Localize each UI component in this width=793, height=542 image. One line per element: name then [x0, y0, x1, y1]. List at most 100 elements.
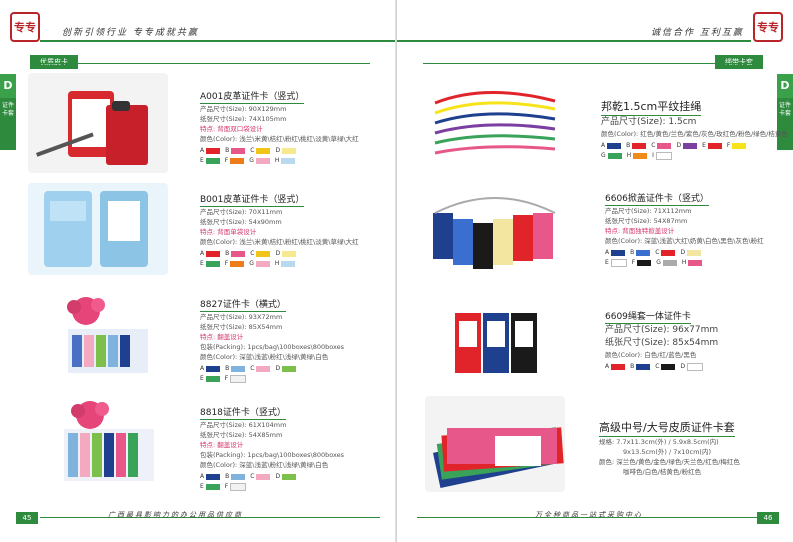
color-chip [256, 473, 271, 480]
color-chip [256, 365, 271, 372]
color-chip [205, 483, 220, 490]
footer-slogan: 广西最具影响力的办公用品供应商 [108, 511, 243, 519]
color-chip [636, 249, 651, 256]
color-swatch: E [200, 482, 220, 492]
color-swatch: G [601, 151, 622, 161]
color-swatch-label: G [656, 259, 661, 266]
color-swatch-label: F [224, 483, 229, 490]
color-swatch-label: A [605, 363, 610, 370]
color-swatch: F [225, 374, 247, 384]
product-size: 产品尺寸(Size): 71X112mm [605, 207, 692, 215]
color-chip [282, 365, 297, 372]
color-swatch: E [200, 374, 220, 384]
color-swatch-label: E [605, 259, 609, 266]
paper-size: 纸张尺寸(Size): 54X85mm [200, 431, 283, 439]
color-swatch-label: B [225, 147, 230, 154]
product-feature: 特点: 背面双口袋设计 [200, 125, 263, 133]
color-chip [688, 259, 703, 266]
color-swatch-label: C [655, 249, 660, 256]
header-slogan: 创新引领行业 专专成就共赢 [62, 28, 199, 38]
product-feature: 特点: 翻盖设计 [200, 333, 244, 341]
product-colors: 颜色: 深兰色/黄色/金色/绿色/天兰色/红色/梅红色 [599, 458, 740, 466]
color-swatch: C [651, 141, 672, 151]
category-tag: 绳带卡套 [715, 55, 763, 69]
color-swatch: H [275, 156, 296, 166]
color-swatch-label: B [630, 249, 635, 256]
color-swatch: H [682, 258, 703, 268]
color-swatch-label: C [250, 250, 255, 257]
color-swatch: B [225, 472, 246, 482]
color-chip [231, 473, 246, 480]
product-photo-b001 [28, 183, 168, 275]
color-swatch: D [275, 146, 297, 156]
product-title: 8827证件卡（横式） [200, 297, 286, 312]
paper-size: 纸张尺寸(Size): 85X54mm [200, 323, 283, 331]
color-swatch-label: A [200, 250, 205, 257]
paper-size: 纸张尺寸(Size): 54X87mm [605, 217, 688, 225]
color-swatch: A [200, 472, 221, 482]
product-size: 产品尺寸(Size): 90X129mm [200, 105, 287, 113]
product-photo-8827 [28, 289, 168, 381]
color-swatches: A B C D E F G H [605, 248, 764, 268]
color-swatch: D [680, 362, 704, 372]
product-6606: 6606掀盖证件卡（竖式） 产品尺寸(Size): 71X112mm 纸张尺寸(… [605, 186, 764, 268]
product-colors: 颜色(Color): 深蓝\浅蓝\大红\奶黄\白色\黑色\灰色\粉红 [605, 237, 764, 245]
category-rule [30, 63, 370, 64]
color-swatch-label: B [630, 363, 635, 370]
brand-seal-logo: 专专 [753, 12, 783, 42]
color-swatch: D [275, 472, 297, 482]
color-swatch-label: B [626, 142, 631, 149]
color-swatch-label: B [225, 250, 230, 257]
color-swatch: C [655, 362, 676, 372]
product-photo-6609 [425, 289, 565, 381]
color-chip [206, 473, 221, 480]
color-chip [662, 259, 677, 266]
color-swatch: B [630, 362, 651, 372]
color-swatch: A [200, 364, 221, 374]
color-chip [687, 249, 702, 256]
color-swatch-label: G [249, 260, 254, 267]
color-swatch: D [275, 249, 297, 259]
product-lanyard: 邦乾1.5cm平纹挂绳 产品尺寸(Size): 1.5cm 颜色(Color):… [601, 95, 788, 161]
product-packing: 包装(Packing): 1pcs/bag\100boxes\800boxes [200, 451, 345, 459]
product-colors: 颜色(Color): 浅兰\米黄\桔红\粉红\桃红\淡黄\草绿\大红 [200, 135, 359, 143]
header-rule [397, 40, 751, 42]
product-colors: 颜色(Color): 浅兰\米黄\桔红\粉红\桃红\淡黄\草绿\大红 [200, 238, 359, 246]
color-chip [611, 249, 626, 256]
color-swatch-label: H [274, 157, 280, 164]
color-chip [230, 260, 245, 267]
color-swatch-label: B [225, 473, 230, 480]
footer-rule [417, 517, 757, 518]
color-swatches: A B C D E F [200, 364, 344, 384]
color-chip [255, 260, 270, 267]
product-size: 产品尺寸(Size): 70X11mm [200, 208, 283, 216]
color-swatch-label: D [275, 365, 281, 372]
color-swatch: F [727, 141, 747, 151]
color-swatch: D [680, 248, 702, 258]
product-colors-more: 咖啡色/白色/桔黄色/粉红色 [623, 468, 702, 476]
color-chip [607, 142, 622, 149]
color-chip [281, 260, 296, 267]
color-swatch: F [225, 259, 245, 269]
color-swatch: E [200, 156, 220, 166]
color-chip [683, 142, 698, 149]
product-photo-8818 [28, 393, 168, 485]
color-chip [205, 157, 220, 164]
color-swatch: B [225, 364, 246, 374]
color-swatch-label: I [652, 152, 654, 159]
color-swatch-label: A [200, 365, 205, 372]
color-chip [687, 362, 704, 371]
product-title: 8818证件卡（竖式） [200, 405, 286, 420]
color-chip [282, 250, 297, 257]
color-swatches: A B C D E F [200, 472, 344, 492]
color-swatch-label: D [275, 147, 281, 154]
color-chip [636, 363, 651, 370]
color-chip [231, 147, 246, 154]
product-6609: 6609绳套一体证件卡 产品尺寸(Size): 96x77mm 纸张尺寸(Siz… [605, 304, 718, 372]
color-swatch-label: D [680, 363, 686, 370]
product-a001: A001皮革证件卡（竖式） 产品尺寸(Size): 90X129mm 纸张尺寸(… [200, 84, 359, 166]
color-chip [732, 142, 747, 149]
color-swatch: A [200, 146, 221, 156]
color-swatch-label: D [676, 142, 682, 149]
color-swatch: A [605, 362, 626, 372]
